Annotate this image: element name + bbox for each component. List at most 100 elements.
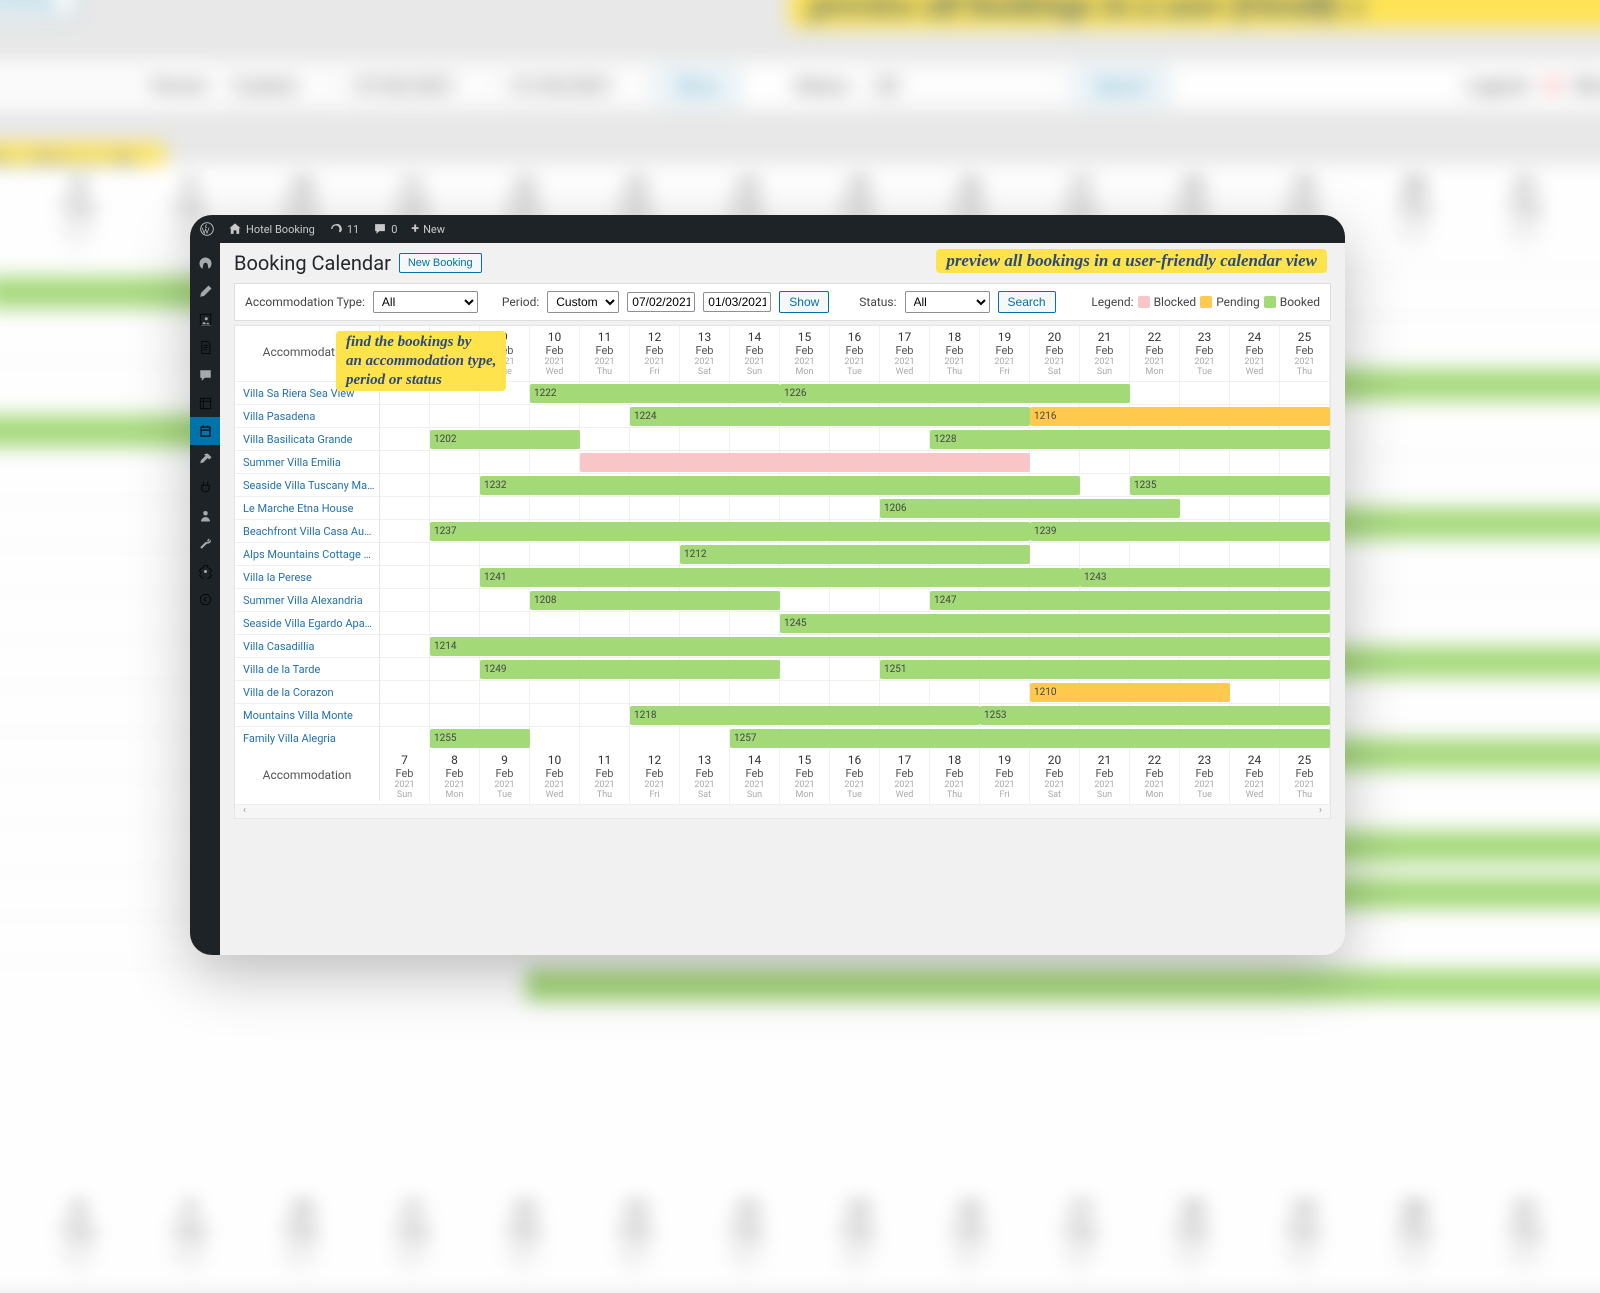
status-select[interactable]: All	[905, 291, 990, 313]
accommodation-link[interactable]: Villa de la Tarde	[235, 658, 380, 681]
calendar-row: Seaside Villa Tuscany Ma… 1232 1235	[235, 473, 1330, 496]
legend-booked-swatch	[1264, 296, 1276, 308]
accommodation-link[interactable]: Villa la Perese	[235, 566, 380, 589]
calendar-row: Villa Pasadena 12241216	[235, 404, 1330, 427]
date-header-cell: 12Feb2021Fri	[630, 749, 680, 804]
appearance-icon[interactable]	[190, 445, 220, 473]
new-booking-button[interactable]: New Booking	[399, 253, 482, 273]
posts-icon[interactable]	[190, 277, 220, 305]
booking-bar[interactable]: 1249	[480, 660, 780, 679]
accommodation-link[interactable]: Villa de la Corazon	[235, 681, 380, 704]
accommodation-link[interactable]: Beachfront Villa Casa Au…	[235, 520, 380, 543]
calendar-row: Villa Casadillia 1214	[235, 634, 1330, 657]
calendar-row: Mountains Villa Monte 12181253	[235, 703, 1330, 726]
booking-bar[interactable]	[580, 453, 1030, 472]
settings-icon[interactable]	[190, 557, 220, 585]
booking-bar[interactable]: 1239	[1030, 522, 1330, 541]
legend-pending-swatch	[1200, 296, 1212, 308]
booking-bar[interactable]: 1232	[480, 476, 1080, 495]
accommodation-link[interactable]: Le Marche Etna House	[235, 497, 380, 520]
comments-link[interactable]: 0	[373, 222, 397, 236]
date-header-cell: 18Feb2021Thu	[930, 326, 980, 381]
accommodation-link[interactable]: Summer Villa Alexandria	[235, 589, 380, 612]
accommodation-link[interactable]: Seaside Villa Tuscany Ma…	[235, 474, 380, 497]
calendar-row: Summer Villa Alexandria 1208 1247	[235, 588, 1330, 611]
booking-bar[interactable]: 1210	[1030, 683, 1230, 702]
updates-link[interactable]: 11	[329, 222, 359, 236]
booking-bar[interactable]: 1224	[630, 407, 1030, 426]
date-header-cell: 20Feb2021Sat	[1030, 326, 1080, 381]
booking-bar[interactable]: 1255	[430, 729, 530, 748]
calendar-row: Family Villa Alegria 1255 1257	[235, 726, 1330, 749]
date-header-cell: 24Feb2021Wed	[1230, 749, 1280, 804]
calendar-header-bottom: Accommodation 7Feb2021Sun8Feb2021Mon9Feb…	[235, 749, 1330, 804]
media-icon[interactable]	[190, 305, 220, 333]
booking-bar[interactable]: 1245	[780, 614, 1330, 633]
site-link[interactable]: Hotel Booking	[228, 222, 315, 236]
booking-bar[interactable]: 1247	[930, 591, 1330, 610]
date-from-input[interactable]	[627, 292, 695, 312]
comments-icon[interactable]	[190, 361, 220, 389]
booking-bar[interactable]: 1253	[980, 706, 1330, 725]
booking-bar[interactable]: 1218	[630, 706, 980, 725]
booking-bar[interactable]: 1226	[780, 384, 1130, 403]
wp-logo-icon[interactable]	[200, 222, 214, 236]
booking-bar[interactable]: 1235	[1130, 476, 1330, 495]
period-label: Period:	[502, 295, 539, 309]
accom-type-select[interactable]: All	[373, 291, 478, 313]
booking-bar[interactable]: 1222	[530, 384, 780, 403]
calendar-row: Villa de la Tarde 1249 1251	[235, 657, 1330, 680]
accommodation-icon[interactable]	[190, 389, 220, 417]
booking-bar[interactable]: 1237	[430, 522, 1030, 541]
booking-bar[interactable]: 1216	[1030, 407, 1330, 426]
accommodation-link[interactable]: Mountains Villa Monte	[235, 704, 380, 727]
page-title: Booking Calendar	[234, 251, 391, 275]
booking-bar[interactable]: 1257	[730, 729, 1330, 748]
accommodation-link[interactable]: Summer Villa Emilia	[235, 451, 380, 474]
accommodation-link[interactable]: Seaside Villa Egardo Apa…	[235, 612, 380, 635]
bookings-icon[interactable]	[190, 417, 220, 445]
booking-bar[interactable]: 1212	[680, 545, 1030, 564]
date-header-cell: 17Feb2021Wed	[880, 749, 930, 804]
accommodation-link[interactable]: Villa Pasadena	[235, 405, 380, 428]
collapse-icon[interactable]	[190, 585, 220, 613]
accommodation-link[interactable]: Villa Basilicata Grande	[235, 428, 380, 451]
period-select[interactable]: Custom	[547, 291, 619, 313]
date-header-cell: 19Feb2021Fri	[980, 749, 1030, 804]
scroll-right-icon: ›	[1319, 805, 1322, 818]
date-header-cell: 25Feb2021Thu	[1280, 749, 1330, 804]
date-header-cell: 11Feb2021Thu	[580, 326, 630, 381]
plugins-icon[interactable]	[190, 473, 220, 501]
booking-bar[interactable]: 1241	[480, 568, 1080, 587]
date-header-cell: 23Feb2021Tue	[1180, 749, 1230, 804]
date-header-cell: 21Feb2021Sun	[1080, 326, 1130, 381]
calendar-grid: Accommodation 7Feb2021Sun8Feb2021Mon9Feb…	[234, 325, 1331, 819]
date-header-cell: 22Feb2021Mon	[1130, 749, 1180, 804]
booking-bar[interactable]: 1202	[430, 430, 580, 449]
pages-icon[interactable]	[190, 333, 220, 361]
date-header-cell: 13Feb2021Sat	[680, 749, 730, 804]
booking-bar[interactable]: 1208	[530, 591, 780, 610]
booking-bar[interactable]: 1243	[1080, 568, 1330, 587]
booking-bar[interactable]: 1228	[930, 430, 1330, 449]
dashboard-icon[interactable]	[190, 249, 220, 277]
booking-bar[interactable]: 1214	[430, 637, 1330, 656]
booking-bar[interactable]: 1206	[880, 499, 1180, 518]
tools-icon[interactable]	[190, 529, 220, 557]
date-to-input[interactable]	[703, 292, 771, 312]
search-button[interactable]: Search	[998, 291, 1056, 313]
accommodation-link[interactable]: Family Villa Alegria	[235, 727, 380, 750]
accommodation-link[interactable]: Villa Casadillia	[235, 635, 380, 658]
date-header-cell: 8Feb2021Mon	[430, 749, 480, 804]
calendar-row: Villa la Perese 12411243	[235, 565, 1330, 588]
users-icon[interactable]	[190, 501, 220, 529]
scroll-hint[interactable]: ‹›	[235, 804, 1330, 818]
status-label: Status:	[859, 295, 896, 309]
date-header-cell: 19Feb2021Fri	[980, 326, 1030, 381]
booking-bar[interactable]: 1251	[880, 660, 1330, 679]
new-link[interactable]: + New	[411, 221, 445, 237]
show-button[interactable]: Show	[779, 291, 829, 313]
accommodation-link[interactable]: Alps Mountains Cottage …	[235, 543, 380, 566]
date-header-cell: 23Feb2021Tue	[1180, 326, 1230, 381]
calendar-row: Summer Villa Emilia	[235, 450, 1330, 473]
